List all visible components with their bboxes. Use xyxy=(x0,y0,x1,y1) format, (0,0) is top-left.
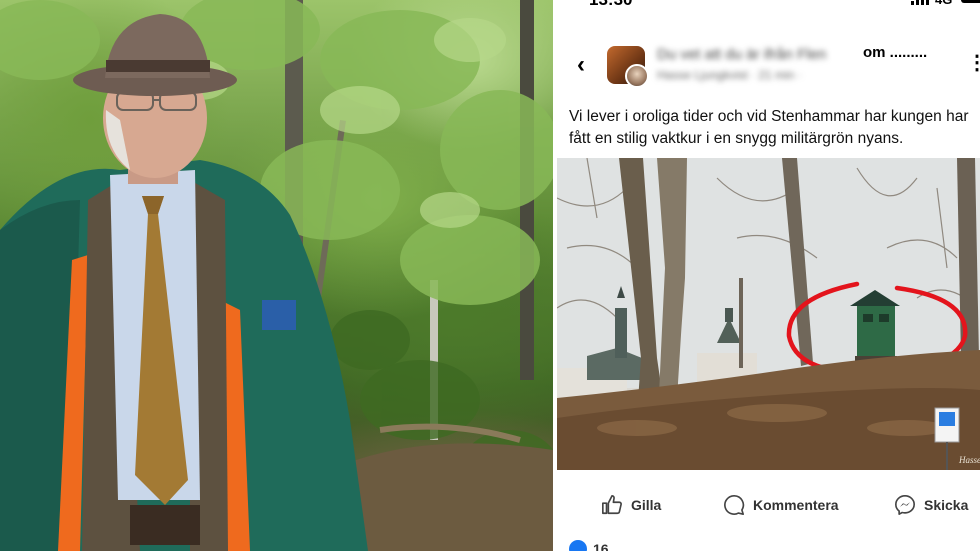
avatar[interactable] xyxy=(625,64,649,88)
image-watermark: Hasse xyxy=(958,455,980,465)
phone-screenshot: 13:30 4G ‹ Du vet att du är ifrån Flen o… xyxy=(557,0,980,551)
author-meta[interactable]: Hasse Ljungkvist · 21 min · xyxy=(657,68,857,82)
like-button[interactable]: Gilla xyxy=(601,494,661,516)
comment-label: Kommentera xyxy=(753,497,839,513)
thumbs-up-icon xyxy=(602,495,622,515)
chevron-left-icon[interactable]: ‹ xyxy=(571,52,591,78)
status-time: 13:30 xyxy=(589,0,632,10)
messenger-icon xyxy=(895,495,915,515)
like-label: Gilla xyxy=(631,497,662,513)
reaction-summary[interactable]: 16 xyxy=(569,540,609,551)
post-text: Vi lever i oroliga tider och vid Stenham… xyxy=(569,108,969,147)
battery-icon xyxy=(961,0,980,3)
like-reaction-icon xyxy=(569,540,587,551)
network-label: 4G xyxy=(935,0,952,7)
comment-button[interactable]: Kommentera xyxy=(723,494,839,516)
reaction-count: 16 xyxy=(593,541,609,551)
share-label: Skicka xyxy=(924,497,969,513)
person-figure xyxy=(0,14,368,551)
comment-icon xyxy=(724,495,745,515)
post-image[interactable]: Hasse xyxy=(557,158,980,470)
status-bar: 13:30 4G xyxy=(557,0,980,12)
more-icon[interactable]: ⋮ xyxy=(967,50,980,75)
post-header: ‹ Du vet att du är ifrån Flen om .......… xyxy=(557,40,980,92)
share-button[interactable]: Skicka xyxy=(894,494,968,516)
photo-king-forest xyxy=(0,0,553,551)
post-title-suffix: om ......... xyxy=(863,44,928,61)
post-action-bar: Gilla Kommentera Skicka xyxy=(557,484,980,530)
post-image-scene: Hasse xyxy=(557,158,980,470)
signal-icon xyxy=(911,0,929,5)
page-name[interactable]: Du vet att du är ifrån Flen xyxy=(657,46,859,63)
